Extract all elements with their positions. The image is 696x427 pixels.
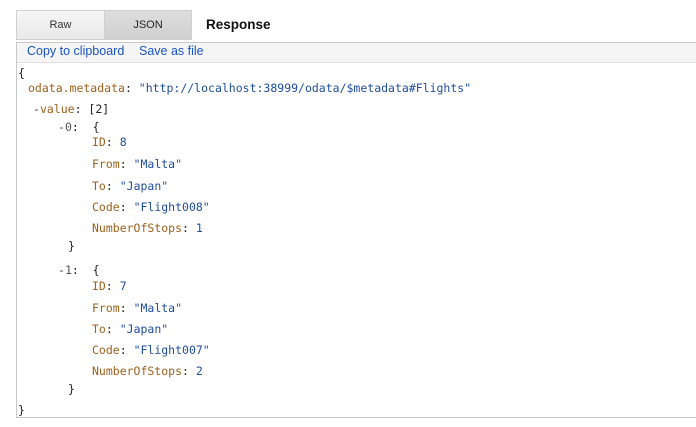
json-viewer-panel: Copy to clipboard Save as file { odata.m… xyxy=(16,42,696,418)
item-0-index: 0 xyxy=(64,120,72,134)
item-1-collapse-toggle[interactable]: - xyxy=(58,263,65,277)
item-1-close-brace: } xyxy=(68,382,75,396)
metadata-key: odata.metadata xyxy=(28,81,125,95)
item-0-field-to: To: "Japan" xyxy=(92,179,169,193)
item-0-field-id: ID: 8 xyxy=(92,135,127,149)
copy-to-clipboard-link[interactable]: Copy to clipboard xyxy=(27,44,124,58)
item-0-close-brace: } xyxy=(68,239,75,253)
value-collapse-toggle[interactable]: - xyxy=(33,102,40,116)
root-open-brace: { xyxy=(18,66,25,80)
metadata-value: "http://localhost:38999/odata/$metadata#… xyxy=(138,81,472,95)
item-1-field-to: To: "Japan" xyxy=(92,322,169,336)
item-1-header: -1: { xyxy=(58,263,100,277)
item-0-field-code: Code: "Flight008" xyxy=(92,200,210,214)
value-count: [2] xyxy=(88,102,110,116)
response-heading: Response xyxy=(206,17,271,32)
root-close-brace: } xyxy=(18,403,25,417)
item-1-index: 1 xyxy=(64,263,72,277)
item-1-field-code: Code: "Flight007" xyxy=(92,343,210,357)
item-1-field-from: From: "Malta" xyxy=(92,301,183,315)
item-0-header: -0: { xyxy=(58,120,100,134)
item-0-field-numberofstops: NumberOfStops: 1 xyxy=(92,221,203,235)
tab-json-label: JSON xyxy=(133,19,163,31)
value-row: -value: [2] xyxy=(33,102,110,116)
item-0-collapse-toggle[interactable]: - xyxy=(58,120,65,134)
tab-raw[interactable]: Raw xyxy=(16,10,105,40)
item-0-field-from: From: "Malta" xyxy=(92,157,183,171)
tab-raw-label: Raw xyxy=(49,19,72,31)
viewer-toolbar: Copy to clipboard Save as file xyxy=(17,43,696,63)
value-key: value xyxy=(39,102,75,116)
item-1-field-numberofstops: NumberOfStops: 2 xyxy=(92,364,203,378)
metadata-row: odata.metadata: "http://localhost:38999/… xyxy=(28,81,472,95)
tab-json[interactable]: JSON xyxy=(104,10,192,40)
save-as-file-link[interactable]: Save as file xyxy=(139,44,204,58)
item-1-field-id: ID: 7 xyxy=(92,279,127,293)
